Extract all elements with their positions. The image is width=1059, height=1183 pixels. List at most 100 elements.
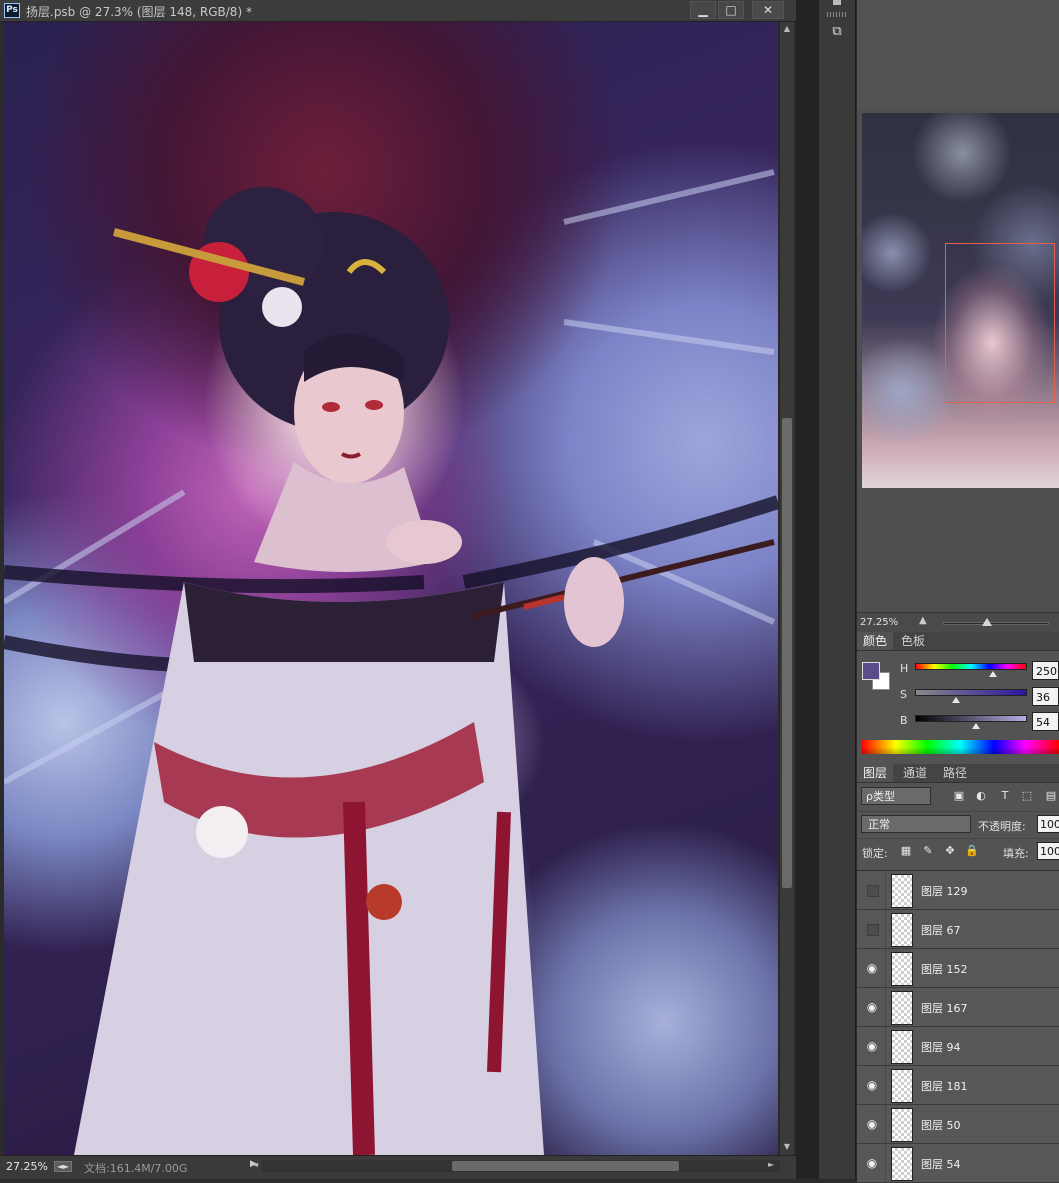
lock-pixels-brush-icon[interactable]: ✎ — [921, 844, 935, 858]
layer-row-divider — [885, 1105, 886, 1143]
visibility-toggle-empty[interactable] — [867, 924, 879, 936]
layer-list[interactable]: 图层 129 图层 67 ◉ 图层 152 ◉ 图层 167 ◉ 图层 94 ◉ 图层 181 ◉ 图… — [857, 870, 1059, 1183]
blend-mode-select[interactable]: 正常 — [861, 815, 971, 833]
layer-thumbnail[interactable] — [891, 991, 913, 1025]
layer-row-divider — [885, 1027, 886, 1065]
visibility-eye-icon[interactable]: ◉ — [865, 1000, 879, 1014]
document-canvas[interactable] — [4, 22, 778, 1155]
color-spectrum-bar[interactable] — [862, 740, 1059, 754]
adjustment-filter-icon[interactable]: ◐ — [973, 788, 989, 804]
navigator-zoom-slider[interactable] — [943, 622, 1049, 625]
dock-marker — [833, 0, 841, 5]
visibility-eye-icon[interactable]: ◉ — [865, 1117, 879, 1131]
zoom-out-icon[interactable]: ▲ — [919, 615, 927, 626]
navigator-view-box[interactable] — [945, 243, 1055, 403]
scroll-left-arrow-icon[interactable]: ◄ — [252, 1160, 258, 1169]
navigator-zoom-knob[interactable] — [982, 618, 992, 626]
fill-input[interactable]: 100 — [1037, 842, 1059, 860]
scroll-right-arrow-icon[interactable]: ► — [768, 1160, 774, 1169]
layer-name[interactable]: 图层 50 — [921, 1117, 961, 1133]
scroll-down-arrow-icon[interactable]: ▼ — [780, 1140, 794, 1154]
layer-row[interactable]: ◉ 图层 181 — [857, 1066, 1059, 1105]
navigator-zoom-field[interactable]: 27.25% — [860, 617, 898, 628]
brightness-label: B — [900, 714, 908, 727]
3d-panel-icon[interactable]: ⧉ — [827, 24, 847, 42]
hue-input[interactable]: 250 — [1032, 661, 1059, 680]
saturation-slider[interactable] — [915, 689, 1027, 696]
opacity-input[interactable]: 100 — [1037, 815, 1059, 833]
layer-name[interactable]: 图层 152 — [921, 961, 968, 977]
visibility-eye-icon[interactable]: ◉ — [865, 1078, 879, 1092]
maximize-button[interactable]: □ — [718, 1, 744, 19]
workspace-gap — [796, 0, 818, 1179]
tab-color[interactable]: 颜色 — [857, 632, 894, 650]
document-title-bar[interactable]: Ps 扬层.psb @ 27.3% (图层 148, RGB/8) * ▁ □ … — [0, 0, 796, 22]
dock-grip-handle[interactable] — [827, 12, 847, 17]
visibility-eye-icon[interactable]: ◉ — [865, 961, 879, 975]
visibility-eye-icon[interactable]: ◉ — [865, 1039, 879, 1053]
layer-row[interactable]: ◉ 图层 152 — [857, 949, 1059, 988]
saturation-slider-knob[interactable] — [952, 697, 960, 703]
layer-thumbnail[interactable] — [891, 1030, 913, 1064]
lock-all-padlock-icon[interactable]: 🔒 — [965, 844, 979, 858]
status-options-icon[interactable]: ◄► — [54, 1161, 72, 1172]
layer-row-divider — [885, 1144, 886, 1182]
brightness-slider[interactable] — [915, 715, 1027, 722]
layer-row[interactable]: 图层 67 — [857, 910, 1059, 949]
lock-row: 锁定: ▦ ✎ ✥ 🔒 填充: 100 — [857, 838, 1059, 864]
scroll-up-arrow-icon[interactable]: ▲ — [780, 22, 794, 36]
horizontal-scrollbar[interactable]: ◄ ► — [252, 1160, 780, 1172]
layer-name[interactable]: 图层 181 — [921, 1078, 968, 1094]
layer-row[interactable]: ◉ 图层 50 — [857, 1105, 1059, 1144]
layer-name[interactable]: 图层 67 — [921, 922, 961, 938]
lock-transparency-icon[interactable]: ▦ — [899, 844, 913, 858]
layer-thumbnail[interactable] — [891, 952, 913, 986]
layer-row[interactable]: ◉ 图层 94 — [857, 1027, 1059, 1066]
layer-thumbnail[interactable] — [891, 1147, 913, 1181]
saturation-input[interactable]: 36 — [1032, 687, 1059, 706]
layer-thumbnail[interactable] — [891, 1108, 913, 1142]
close-button[interactable]: ✕ — [752, 1, 784, 19]
brightness-slider-knob[interactable] — [972, 723, 980, 729]
layer-row-divider — [885, 988, 886, 1026]
horizontal-scroll-thumb[interactable] — [452, 1161, 679, 1171]
visibility-toggle-empty[interactable] — [867, 885, 879, 897]
layer-thumbnail[interactable] — [891, 913, 913, 947]
minimize-button[interactable]: ▁ — [690, 1, 716, 19]
tab-layers[interactable]: 图层 — [857, 764, 894, 782]
fill-label: 填充: — [1003, 847, 1029, 860]
opacity-label: 不透明度: — [978, 820, 1026, 833]
hue-label: H — [900, 662, 909, 675]
layer-name[interactable]: 图层 94 — [921, 1039, 961, 1055]
layer-row[interactable]: ◉ 图层 54 — [857, 1144, 1059, 1183]
artwork-illustration — [4, 169, 778, 1155]
vertical-scrollbar[interactable]: ▲ ▼ — [779, 22, 794, 1155]
layer-row-divider — [885, 871, 886, 909]
tab-channels[interactable]: 通道 — [897, 764, 933, 782]
foreground-color-swatch[interactable] — [862, 662, 880, 680]
layer-thumbnail[interactable] — [891, 1069, 913, 1103]
layer-thumbnail[interactable] — [891, 874, 913, 908]
brightness-input[interactable]: 54 — [1032, 712, 1059, 731]
layer-name[interactable]: 图层 54 — [921, 1156, 961, 1172]
lock-position-move-icon[interactable]: ✥ — [943, 844, 957, 858]
navigator-preview[interactable] — [862, 113, 1059, 488]
zoom-level-field[interactable]: 27.25% — [6, 1160, 48, 1173]
pixel-filter-icon[interactable]: ▣ — [951, 788, 967, 804]
visibility-eye-icon[interactable]: ◉ — [865, 1156, 879, 1170]
vertical-scroll-thumb[interactable] — [782, 418, 792, 888]
color-panel: 颜色 色板 H 250 S 36 B 54 — [857, 632, 1059, 762]
layer-name[interactable]: 图层 167 — [921, 1000, 968, 1016]
tab-swatches[interactable]: 色板 — [895, 632, 931, 650]
layer-name[interactable]: 图层 129 — [921, 883, 968, 899]
hue-slider[interactable] — [915, 663, 1027, 670]
smart-object-filter-icon[interactable]: ▤ — [1043, 788, 1059, 804]
hue-slider-knob[interactable] — [989, 671, 997, 677]
shape-filter-icon[interactable]: ⬚ — [1019, 788, 1035, 804]
navigator-zoom-row: 27.25% ▲ — [857, 612, 1059, 632]
layer-filter-select[interactable]: ρ类型 — [861, 787, 931, 805]
layer-row[interactable]: ◉ 图层 167 — [857, 988, 1059, 1027]
layer-row[interactable]: 图层 129 — [857, 871, 1059, 910]
tab-paths[interactable]: 路径 — [937, 764, 973, 782]
type-filter-icon[interactable]: T — [997, 788, 1013, 804]
